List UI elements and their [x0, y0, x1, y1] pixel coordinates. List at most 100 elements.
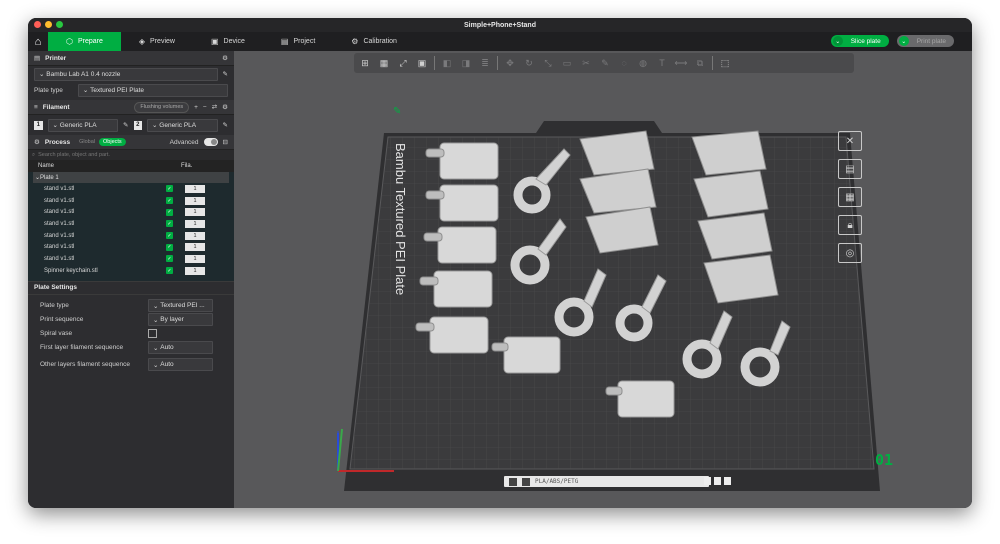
- move-icon[interactable]: ✥: [503, 57, 517, 69]
- spiral-vase-checkbox[interactable]: [148, 329, 157, 338]
- split-icon[interactable]: ◧: [440, 57, 454, 69]
- view-icon[interactable]: ⬚: [718, 57, 732, 69]
- assembly-icon[interactable]: ⧉: [693, 57, 707, 69]
- chevron-down-icon[interactable]: ⌄: [898, 36, 909, 46]
- checkmark-icon[interactable]: ✓: [166, 232, 173, 240]
- print-plate-label: Print plate: [916, 37, 946, 45]
- cut-icon[interactable]: ✂: [579, 57, 593, 69]
- global-scope-option[interactable]: Global: [75, 138, 99, 146]
- table-row[interactable]: stand v1.stl ✓ 1: [28, 206, 234, 218]
- arrange-plate-icon[interactable]: ▤: [838, 159, 862, 179]
- delete-plate-icon[interactable]: ✕: [838, 131, 862, 151]
- support-paint-icon[interactable]: ✎: [598, 57, 612, 69]
- checkmark-icon[interactable]: ✓: [166, 243, 173, 251]
- tab-device[interactable]: ▣ Device: [193, 32, 263, 51]
- filament-number[interactable]: 1: [185, 243, 205, 252]
- table-row[interactable]: stand v1.stl ✓ 1: [28, 230, 234, 242]
- object-name: stand v1.stl: [44, 255, 75, 262]
- column-name[interactable]: Name: [38, 163, 181, 169]
- settings-gear-icon[interactable]: ⚙: [222, 103, 228, 111]
- tab-preview[interactable]: ◈ Preview: [121, 32, 193, 51]
- frame-icon[interactable]: [714, 477, 721, 485]
- first-layer-sequence-select[interactable]: ⌄ Auto: [148, 341, 213, 354]
- checkmark-icon[interactable]: ✓: [166, 267, 173, 275]
- table-row[interactable]: stand v1.stl ✓ 1: [28, 218, 234, 230]
- column-filament[interactable]: Fila.: [181, 163, 192, 169]
- settings-gear-icon[interactable]: ⚙: [222, 54, 228, 62]
- compare-icon[interactable]: ⊟: [223, 138, 228, 146]
- print-sequence-select[interactable]: ⌄ By layer: [148, 313, 213, 326]
- chevron-down-icon[interactable]: ⌄: [832, 36, 843, 46]
- plate-group-row[interactable]: ⌄ Plate 1: [33, 172, 229, 183]
- add-icon[interactable]: +: [194, 104, 198, 111]
- filament-number[interactable]: 1: [185, 208, 205, 217]
- edit-filament-icon[interactable]: ✎: [123, 121, 128, 129]
- tab-project[interactable]: ▤ Project: [263, 32, 333, 51]
- advanced-toggle[interactable]: [203, 138, 218, 146]
- scale-icon[interactable]: ⤡: [541, 57, 555, 69]
- lay-on-face-icon[interactable]: ▭: [560, 57, 574, 69]
- rotate-icon[interactable]: ↻: [522, 57, 536, 69]
- tab-calibration[interactable]: ⚙ Calibration: [333, 32, 415, 51]
- checkmark-icon[interactable]: ✓: [166, 185, 173, 193]
- auto-orient-icon[interactable]: ⤢: [396, 57, 410, 69]
- minimize-window-button[interactable]: [45, 21, 52, 28]
- zoom-window-button[interactable]: [56, 21, 63, 28]
- table-row[interactable]: stand v1.stl ✓ 1: [28, 195, 234, 207]
- orient-plate-icon[interactable]: ▦: [838, 187, 862, 207]
- filament-select-1[interactable]: ⌄ Generic PLA: [47, 118, 119, 132]
- lock-plate-icon[interactable]: 🔒︎: [838, 215, 862, 235]
- add-object-icon[interactable]: ⊞: [358, 57, 372, 69]
- filament-number[interactable]: 1: [185, 254, 205, 263]
- printer-section-title: Printer: [45, 54, 67, 62]
- setting-value: Auto: [160, 361, 174, 368]
- objects-scope-option[interactable]: Objects: [99, 138, 126, 146]
- filament-number[interactable]: 1: [185, 196, 205, 205]
- variable-layer-icon[interactable]: ≣: [478, 57, 492, 69]
- filament-number[interactable]: 1: [185, 219, 205, 228]
- plate-type-setting-select[interactable]: ⌄ Textured PEI ...: [148, 299, 213, 312]
- edit-filament-icon[interactable]: ✎: [223, 121, 228, 129]
- filament-number[interactable]: 1: [185, 266, 205, 275]
- color-paint-icon[interactable]: ◍: [636, 57, 650, 69]
- other-layers-sequence-select[interactable]: ⌄ Auto: [148, 358, 213, 371]
- trash-icon[interactable]: [704, 477, 711, 485]
- table-row[interactable]: stand v1.stl ✓ 1: [28, 253, 234, 265]
- plate-type-bar[interactable]: PLA/ABS/PETG: [504, 476, 709, 487]
- plate-type-select[interactable]: ⌄ Textured PEI Plate: [77, 83, 228, 97]
- table-row[interactable]: Spinner keychain.stl ✓ 1: [28, 265, 234, 277]
- table-row[interactable]: stand v1.stl ✓ 1: [28, 183, 234, 195]
- flushing-volumes-button[interactable]: Flushing volumes: [134, 101, 190, 113]
- 3d-viewport[interactable]: Bambu Textured PEI Plate ⊞ ▦ ⤢ ▣ ◧ ◨ ≣ ✥…: [234, 51, 972, 508]
- checkmark-icon[interactable]: ✓: [166, 220, 173, 228]
- filament-number[interactable]: 1: [185, 184, 205, 193]
- home-button[interactable]: ⌂: [28, 32, 48, 51]
- close-window-button[interactable]: [34, 21, 41, 28]
- print-plate-button[interactable]: ⌄ Print plate: [896, 35, 954, 47]
- setting-value: Textured PEI ...: [160, 302, 205, 309]
- add-plate-icon[interactable]: ▦: [377, 57, 391, 69]
- remove-icon[interactable]: −: [203, 104, 207, 111]
- plate-settings-icon[interactable]: ◎: [838, 243, 862, 263]
- checkmark-icon[interactable]: ✓: [166, 197, 173, 205]
- filament-number[interactable]: 1: [185, 231, 205, 240]
- tab-prepare[interactable]: ⬡ Prepare: [48, 32, 121, 51]
- trash-icon[interactable]: [724, 477, 731, 485]
- text-icon[interactable]: T: [655, 57, 669, 69]
- checkmark-icon[interactable]: ✓: [166, 208, 173, 216]
- object-search[interactable]: ⌕ Search plate, object and part.: [28, 150, 234, 160]
- printer-select[interactable]: ⌄ Bambu Lab A1 0.4 nozzle: [34, 67, 218, 81]
- arrange-icon[interactable]: ▣: [415, 57, 429, 69]
- measure-icon[interactable]: ⟷: [674, 57, 688, 69]
- split-parts-icon[interactable]: ◨: [459, 57, 473, 69]
- sync-icon[interactable]: ⇄: [212, 103, 217, 111]
- edit-printer-icon[interactable]: ✎: [223, 70, 228, 78]
- edit-plate-name-icon[interactable]: ✎: [393, 106, 401, 117]
- slice-plate-button[interactable]: ⌄ Slice plate: [830, 35, 889, 47]
- seam-paint-icon[interactable]: ◌: [617, 57, 631, 69]
- filament-select-2[interactable]: ⌄ Generic PLA: [147, 118, 218, 132]
- window-title: Simple+Phone+Stand: [464, 21, 536, 29]
- checkmark-icon[interactable]: ✓: [166, 255, 173, 263]
- table-row[interactable]: stand v1.stl ✓ 1: [28, 241, 234, 253]
- chevron-down-icon: ⌄: [39, 71, 47, 78]
